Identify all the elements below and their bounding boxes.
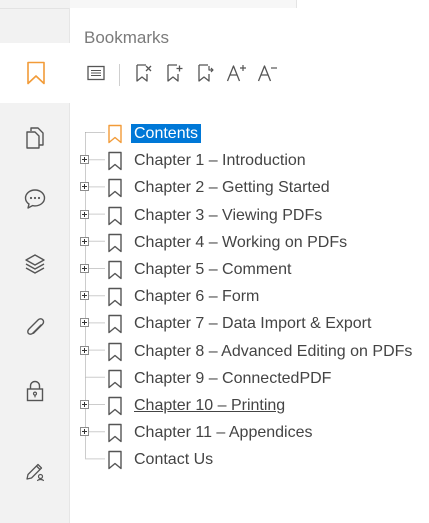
security-panel-button[interactable] — [0, 361, 70, 421]
expand-toggle-icon[interactable] — [80, 345, 89, 355]
bookmark-icon — [107, 151, 123, 176]
expand-toggle-icon[interactable] — [80, 209, 89, 219]
bookmark-icon — [107, 233, 123, 258]
attachments-panel-button[interactable] — [0, 297, 70, 357]
pages-panel-button[interactable] — [0, 108, 70, 168]
bookmark-icon — [107, 124, 123, 149]
layers-panel-button[interactable] — [0, 234, 70, 294]
attachment-icon — [23, 314, 47, 340]
bookmark-label[interactable]: Chapter 5 – Comment — [134, 260, 291, 279]
bookmark-row[interactable]: Chapter 8 – Advanced Editing on PDFs — [70, 338, 429, 365]
add-child-bookmark-button[interactable] — [194, 63, 218, 87]
bookmark-icon — [107, 287, 123, 312]
top-strip — [0, 0, 429, 8]
bookmark-row[interactable]: Chapter 5 – Comment — [70, 256, 429, 283]
bookmark-icon — [107, 342, 123, 367]
increase-font-size-icon — [226, 63, 248, 88]
decrease-font-size-icon — [257, 63, 279, 88]
bookmark-tree: Contents Chapter 1 – Introduction Chapter … — [70, 118, 429, 478]
bookmark-options-icon — [87, 65, 105, 86]
bookmark-row[interactable]: Chapter 2 – Getting Started — [70, 174, 429, 201]
add-bookmark-icon — [166, 63, 184, 88]
comments-icon — [23, 187, 47, 211]
bookmark-label[interactable]: Chapter 3 – Viewing PDFs — [134, 206, 322, 225]
bookmark-label[interactable]: Chapter 7 – Data Import & Export — [134, 314, 371, 333]
bookmarks-toolbar — [84, 63, 287, 87]
bookmark-row[interactable]: Chapter 1 – Introduction — [70, 147, 429, 174]
bookmark-row[interactable]: Chapter 7 – Data Import & Export — [70, 310, 429, 337]
bookmark-row[interactable]: Contact Us — [70, 446, 429, 473]
bookmark-icon — [107, 314, 123, 339]
expand-toggle-icon[interactable] — [80, 264, 89, 273]
add-bookmark-button[interactable] — [163, 63, 187, 87]
panel-title: Bookmarks — [84, 28, 170, 47]
signature-panel-button[interactable] — [0, 441, 70, 501]
expand-toggle-icon[interactable] — [80, 400, 89, 409]
signature-pen-icon — [23, 459, 47, 483]
bookmark-label[interactable]: Chapter 2 – Getting Started — [134, 178, 330, 197]
bookmark-row[interactable]: Chapter 4 – Working on PDFs — [70, 229, 429, 256]
bookmark-label[interactable]: Chapter 8 – Advanced Editing on PDFs — [134, 342, 412, 361]
navigation-rail — [0, 8, 71, 523]
bookmark-label[interactable]: Chapter 6 – Form — [134, 287, 259, 306]
expand-toggle-icon[interactable] — [80, 155, 89, 165]
bookmark-row[interactable]: Chapter 10 – Printing — [70, 392, 429, 419]
bookmark-icon — [107, 396, 123, 421]
expand-toggle-icon[interactable] — [80, 318, 89, 328]
expand-toggle-icon[interactable] — [80, 291, 89, 301]
comments-panel-button[interactable] — [0, 169, 70, 229]
add-child-bookmark-icon — [197, 63, 215, 88]
increase-font-size-button[interactable] — [225, 63, 249, 87]
bookmark-label[interactable]: Chapter 10 – Printing — [134, 396, 285, 415]
bookmark-row[interactable]: Chapter 3 – Viewing PDFs — [70, 202, 429, 229]
bookmark-label[interactable]: Contact Us — [134, 450, 213, 469]
layers-icon — [23, 252, 47, 276]
decrease-font-size-button[interactable] — [256, 63, 280, 87]
bookmark-label[interactable]: Chapter 11 – Appendices — [134, 423, 313, 442]
expand-toggle-icon[interactable] — [80, 182, 89, 192]
pages-icon — [24, 126, 46, 150]
bookmark-icon — [107, 423, 123, 448]
bookmark-row[interactable]: Chapter 11 – Appendices — [70, 419, 429, 446]
bookmark-icon — [107, 178, 123, 203]
bookmark-label[interactable]: Chapter 4 – Working on PDFs — [134, 233, 347, 252]
bookmarks-panel: Bookmarks Contents Chapter 1 – Introduct… — [70, 8, 429, 523]
bookmark-label[interactable]: Chapter 9 – ConnectedPDF — [134, 369, 331, 388]
expand-toggle-icon[interactable] — [80, 236, 89, 246]
bookmark-label[interactable]: Contents — [131, 124, 202, 143]
delete-bookmark-icon — [135, 63, 153, 88]
bookmark-row[interactable]: Chapter 9 – ConnectedPDF — [70, 365, 429, 392]
bookmark-row[interactable]: Chapter 6 – Form — [70, 283, 429, 310]
bookmark-label[interactable]: Chapter 1 – Introduction — [134, 151, 306, 170]
security-lock-icon — [24, 379, 46, 403]
bookmark-icon — [26, 61, 46, 85]
bookmark-icon — [107, 260, 123, 285]
bookmarks-panel-button[interactable] — [0, 43, 71, 103]
expand-toggle-icon[interactable] — [80, 427, 89, 437]
bookmark-icon — [107, 206, 123, 231]
toolbar-separator — [119, 64, 120, 86]
bookmark-options-button[interactable] — [84, 63, 108, 87]
bookmark-icon — [107, 450, 123, 475]
bookmark-row[interactable]: Contents — [70, 120, 429, 147]
delete-bookmark-button[interactable] — [132, 63, 156, 87]
bookmark-icon — [107, 369, 123, 394]
